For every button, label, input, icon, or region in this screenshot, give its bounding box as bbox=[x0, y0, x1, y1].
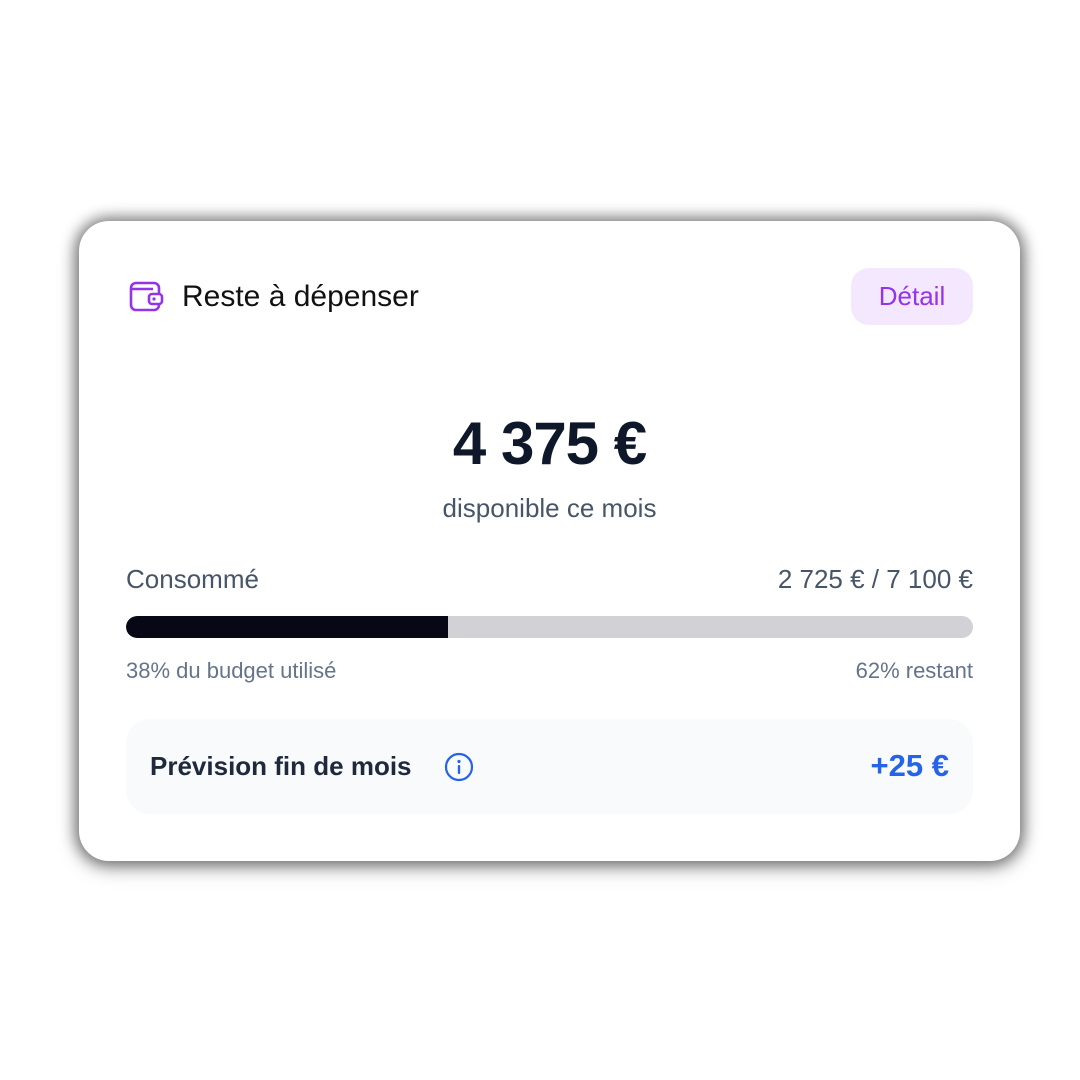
wallet-icon bbox=[129, 281, 164, 312]
info-icon[interactable] bbox=[443, 751, 475, 783]
budget-progress-fill bbox=[126, 616, 448, 638]
forecast-panel: Prévision fin de mois +25 € bbox=[126, 719, 973, 814]
available-amount: 4 375 € bbox=[452, 410, 647, 477]
consumed-label: Consommé bbox=[126, 564, 259, 594]
budget-remaining-text: 62% restant bbox=[855, 658, 973, 683]
consumed-value: 2 725 € / 7 100 € bbox=[777, 564, 973, 594]
forecast-label: Prévision fin de mois bbox=[150, 751, 412, 781]
budget-used-text: 38% du budget utilisé bbox=[126, 658, 337, 683]
budget-card: Reste à dépenser Détail 4 375 € disponib… bbox=[79, 221, 1020, 861]
budget-progress-bar bbox=[126, 616, 973, 638]
card-title: Reste à dépenser bbox=[182, 280, 419, 313]
detail-button[interactable]: Détail bbox=[851, 268, 973, 325]
forecast-value: +25 € bbox=[870, 748, 949, 783]
available-caption: disponible ce mois bbox=[442, 493, 657, 523]
